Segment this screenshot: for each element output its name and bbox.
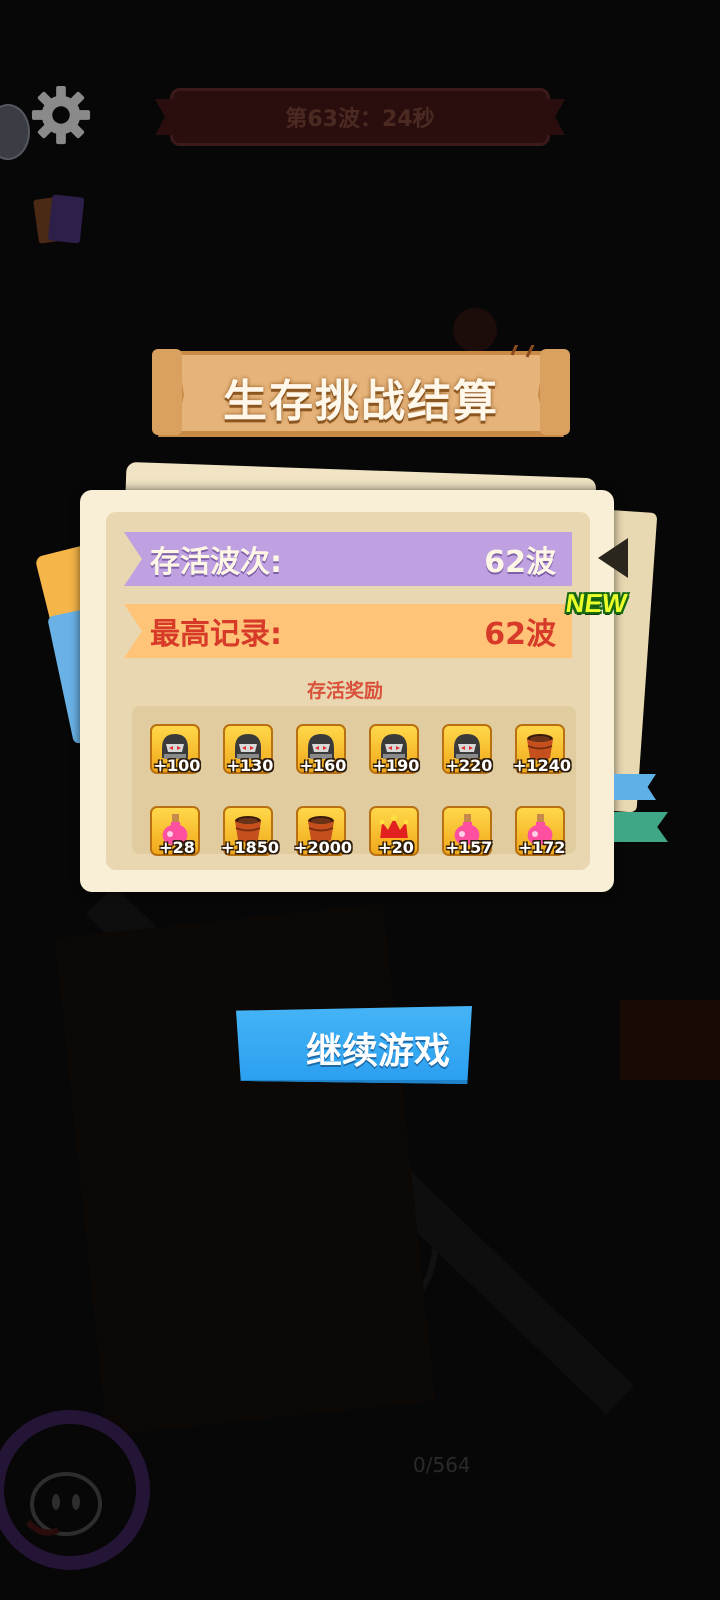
reward-item[interactable]: +190 bbox=[369, 724, 419, 775]
reward-amount: +100 bbox=[153, 756, 201, 775]
reward-amount: +157 bbox=[445, 838, 493, 857]
new-record-badge: NEW bbox=[563, 588, 629, 618]
cards-icon[interactable] bbox=[30, 190, 92, 250]
reward-item[interactable]: +130 bbox=[223, 724, 273, 775]
reward-item[interactable]: +1240 bbox=[513, 724, 571, 775]
survived-waves-row: 存活波次: 62波 bbox=[124, 532, 572, 586]
survived-waves-label: 存活波次: bbox=[150, 545, 282, 580]
reward-amount: +172 bbox=[518, 838, 566, 857]
best-record-label: 最高记录: bbox=[150, 617, 282, 652]
reward-amount: +28 bbox=[159, 838, 195, 857]
gear-icon[interactable] bbox=[30, 84, 92, 146]
reward-amount: +2000 bbox=[294, 838, 352, 857]
result-title-scroll: 生存挑战结算 bbox=[152, 345, 570, 445]
reward-title: 存活奖励 bbox=[306, 680, 383, 702]
reward-amount: +130 bbox=[226, 756, 274, 775]
reward-item[interactable]: +220 bbox=[442, 724, 492, 775]
wave-timer-text: 第63波：24秒 bbox=[285, 107, 435, 132]
reward-item[interactable]: +2000 bbox=[294, 806, 352, 857]
reward-amount: +220 bbox=[445, 756, 493, 775]
continue-game-label: 继续游戏 bbox=[306, 1030, 451, 1071]
progress-counter: 0/564 bbox=[413, 1453, 471, 1477]
result-title: 生存挑战结算 bbox=[223, 376, 499, 427]
reward-amount: +160 bbox=[299, 756, 347, 775]
reward-amount: +20 bbox=[378, 838, 414, 857]
reward-item[interactable]: +1850 bbox=[221, 806, 279, 857]
reward-item[interactable]: +172 bbox=[515, 806, 565, 857]
reward-amount: +190 bbox=[372, 756, 420, 775]
reward-item[interactable]: +160 bbox=[296, 724, 346, 775]
survived-waves-value: 62波 bbox=[484, 545, 556, 580]
reward-amount: +1240 bbox=[513, 756, 571, 775]
reward-amount: +1850 bbox=[221, 838, 279, 857]
best-record-row: 最高记录: 62波 bbox=[124, 604, 572, 658]
face-icon bbox=[25, 1472, 102, 1536]
reward-item[interactable]: +28 bbox=[150, 806, 200, 857]
reward-item[interactable]: +100 bbox=[150, 724, 200, 775]
reward-item[interactable]: +157 bbox=[442, 806, 492, 857]
best-record-value: 62波 bbox=[484, 617, 556, 652]
wave-timer-banner: 第63波：24秒 bbox=[170, 88, 550, 146]
continue-game-button[interactable]: 继续游戏 bbox=[236, 1006, 472, 1084]
reward-item[interactable]: +20 bbox=[369, 806, 419, 857]
